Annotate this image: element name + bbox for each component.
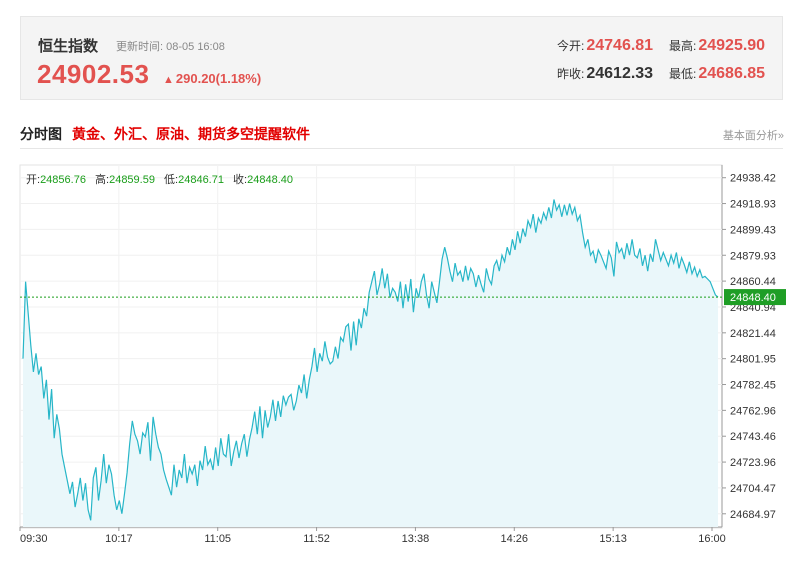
y-tick-label: 24879.93 (730, 250, 776, 262)
x-tick-label: 11:05 (204, 533, 231, 545)
current-price-tag-label: 24848.40 (730, 292, 776, 304)
y-tick-label: 24821.44 (730, 328, 776, 340)
intraday-chart: 24938.42 24918.93 24899.43 24879.93 24860.44… (19, 164, 786, 545)
y-tick-label: 24743.46 (730, 431, 776, 443)
y-tick-label: 24860.44 (730, 276, 776, 288)
y-tick-label: 24704.47 (730, 483, 776, 495)
x-tick-label: 13:38 (402, 533, 430, 545)
ohlc-low-label: 低: (164, 173, 178, 186)
x-axis-ticks: 09:30 10:17 11:05 11:52 13:38 14:26 15:13 16:00 (19, 527, 726, 545)
y-tick-label: 24762.96 (730, 405, 776, 417)
ohlc-high-label: 高: (95, 172, 109, 186)
x-tick-label: 16:00 (698, 533, 726, 545)
y-tick-label: 24938.42 (730, 173, 776, 185)
y-tick-label: 24723.96 (730, 457, 776, 469)
current-price-tag: 24848.40 (724, 289, 786, 306)
ohlc-low-value: 24846.71 (178, 174, 224, 186)
ohlc-readout: 开:24856.76 高:24859.59 低:24846.71 收:24848… (26, 172, 293, 186)
x-tick-label: 09:30 (20, 533, 48, 545)
y-tick-label: 24899.43 (730, 224, 776, 236)
y-tick-label: 24918.93 (730, 199, 776, 211)
ohlc-close-label: 收: (233, 172, 247, 186)
x-tick-label: 10:17 (105, 533, 133, 545)
x-tick-label: 14:26 (501, 533, 529, 545)
ohlc-close-value: 24848.40 (247, 174, 293, 186)
ohlc-open-value: 24856.76 (40, 174, 86, 186)
ohlc-high-value: 24859.59 (109, 174, 155, 186)
y-tick-label: 24782.45 (730, 380, 776, 392)
y-tick-label: 24684.97 (730, 509, 776, 521)
price-area-fill (23, 199, 718, 527)
ohlc-open-label: 开: (26, 174, 40, 186)
x-tick-label: 15:13 (599, 533, 627, 545)
y-tick-label: 24801.95 (730, 354, 776, 366)
x-tick-label: 11:52 (303, 533, 330, 545)
y-axis-ticks: 24938.42 24918.93 24899.43 24879.93 24860.44… (722, 173, 776, 521)
